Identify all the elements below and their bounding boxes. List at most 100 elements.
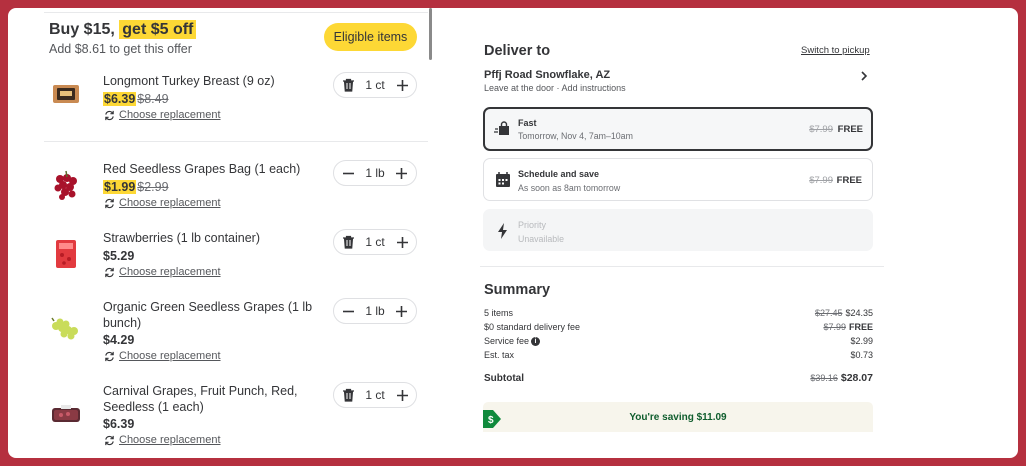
delivery-option-fast[interactable]: Fast Tomorrow, Nov 4, 7am–10am $7.99 FRE… (483, 107, 873, 151)
delivery-option-title: Schedule and save (518, 169, 600, 179)
product-image-red-grapes[interactable] (46, 166, 86, 206)
plus-icon[interactable] (394, 303, 410, 319)
original-price: $2.99 (137, 180, 169, 194)
quantity-value: 1 ct (365, 388, 385, 402)
offer-title-highlight: get $5 off (119, 20, 197, 39)
delivery-option-title: Fast (518, 118, 537, 128)
refresh-icon (105, 267, 114, 277)
divider (480, 266, 884, 267)
chevron-right-icon[interactable] (859, 70, 869, 82)
deliver-to-heading: Deliver to (484, 43, 551, 59)
summary-value: $0.73 (850, 350, 873, 360)
delivery-address[interactable]: Pffj Road Snowflake, AZ (484, 69, 610, 81)
plus-icon[interactable] (394, 165, 410, 181)
choose-replacement-link[interactable]: Choose replacement (119, 109, 221, 121)
summary-old-value: $7.99 (823, 322, 846, 332)
refresh-icon (105, 351, 114, 361)
product-name[interactable]: Carnival Grapes, Fruit Punch, Red, Seedl… (103, 383, 313, 415)
scrollbar-thumb[interactable] (429, 8, 432, 60)
savings-text: You're saving $11.09 (629, 412, 727, 423)
delivery-option-subtitle: As soon as 8am tomorrow (518, 183, 621, 193)
choose-replacement[interactable]: Choose replacement (104, 350, 221, 362)
product-image-turkey[interactable] (46, 74, 86, 114)
trash-icon[interactable] (340, 387, 356, 403)
delivery-option-subtitle: Tomorrow, Nov 4, 7am–10am (518, 131, 633, 141)
offer-title-prefix: Buy $15, (49, 21, 115, 38)
delivery-old-price: $7.99 (809, 175, 833, 186)
delivery-option-priority: Priority Unavailable (483, 209, 873, 251)
refresh-icon (105, 198, 114, 208)
offer-subtitle: Add $8.61 to get this offer (49, 42, 192, 56)
product-name[interactable]: Organic Green Seedless Grapes (1 lb bunc… (103, 299, 313, 331)
product-image-green-grapes[interactable] (46, 310, 86, 350)
product-price: $1.99 $2.99 (103, 180, 169, 194)
product-name[interactable]: Longmont Turkey Breast (9 oz) (103, 73, 313, 89)
summary-value: $2.99 (850, 336, 873, 346)
calendar-icon (496, 172, 510, 187)
plus-icon[interactable] (394, 77, 410, 93)
choose-replacement[interactable]: Choose replacement (104, 197, 221, 209)
summary-label: 5 items (484, 308, 514, 318)
delivery-instructions[interactable]: Leave at the door · Add instructions (484, 83, 626, 93)
divider (44, 141, 428, 142)
eligible-items-button[interactable]: Eligible items (324, 23, 417, 51)
quantity-value: 1 lb (365, 166, 385, 180)
delivery-price: FREE (837, 124, 863, 135)
product-price: $6.39 (103, 417, 135, 431)
product-price: $4.29 (103, 333, 135, 347)
summary-heading: Summary (484, 282, 551, 298)
quantity-stepper[interactable]: 1 lb (333, 298, 417, 324)
shopping-bag-fast-icon (494, 121, 509, 135)
choose-replacement-link[interactable]: Choose replacement (119, 434, 221, 446)
quantity-value: 1 lb (365, 304, 385, 318)
choose-replacement[interactable]: Choose replacement (104, 266, 221, 278)
subtotal-label: Subtotal (484, 373, 524, 384)
subtotal-old-value: $39.16 (810, 373, 838, 383)
switch-to-pickup-link[interactable]: Switch to pickup (801, 45, 870, 56)
summary-label: Est. tax (484, 350, 515, 360)
savings-banner: $ You're saving $11.09 (483, 402, 873, 432)
summary-value: FREE (848, 322, 873, 332)
choose-replacement-link[interactable]: Choose replacement (119, 350, 221, 362)
minus-icon[interactable] (340, 165, 356, 181)
divider (44, 12, 428, 13)
subtotal-value: $28.07 (840, 372, 873, 384)
delivery-old-price: $7.99 (809, 124, 833, 135)
original-price: $8.49 (137, 92, 169, 106)
choose-replacement-link[interactable]: Choose replacement (119, 197, 221, 209)
lightning-icon (498, 223, 507, 239)
product-image-carnival-grapes[interactable] (46, 394, 86, 434)
delivery-option-schedule[interactable]: Schedule and save As soon as 8am tomorro… (483, 158, 873, 201)
plus-icon[interactable] (394, 234, 410, 250)
quantity-stepper[interactable]: 1 ct (333, 382, 417, 408)
minus-icon[interactable] (340, 303, 356, 319)
checkout-frame: Buy $15, get $5 off Add $8.61 to get thi… (8, 8, 1018, 458)
info-icon[interactable]: i (531, 336, 541, 346)
product-image-strawberries[interactable] (46, 234, 86, 274)
quantity-value: 1 ct (365, 235, 385, 249)
delivery-option-subtitle: Unavailable (518, 234, 564, 244)
sale-price: $1.99 (103, 180, 137, 194)
choose-replacement[interactable]: Choose replacement (104, 434, 221, 446)
summary-label: Service fee (484, 336, 530, 346)
quantity-stepper[interactable]: 1 lb (333, 160, 417, 186)
refresh-icon (105, 435, 114, 445)
product-price: $5.29 (103, 249, 135, 263)
product-name[interactable]: Red Seedless Grapes Bag (1 each) (103, 161, 313, 177)
trash-icon[interactable] (340, 77, 356, 93)
product-price: $6.39 $8.49 (103, 92, 169, 106)
choose-replacement-link[interactable]: Choose replacement (119, 266, 221, 278)
delivery-option-title: Priority (518, 220, 547, 230)
trash-icon[interactable] (340, 234, 356, 250)
product-name[interactable]: Strawberries (1 lb container) (103, 230, 313, 246)
summary-label: $0 standard delivery fee (484, 322, 581, 332)
refresh-icon (105, 110, 114, 120)
quantity-stepper[interactable]: 1 ct (333, 72, 417, 98)
quantity-stepper[interactable]: 1 ct (333, 229, 417, 255)
plus-icon[interactable] (394, 387, 410, 403)
summary-value: $24.35 (845, 308, 873, 318)
sale-price: $6.39 (103, 92, 137, 106)
summary-old-value: $27.45 (814, 308, 843, 318)
choose-replacement[interactable]: Choose replacement (104, 109, 221, 121)
offer-title: Buy $15, get $5 off (49, 20, 197, 39)
